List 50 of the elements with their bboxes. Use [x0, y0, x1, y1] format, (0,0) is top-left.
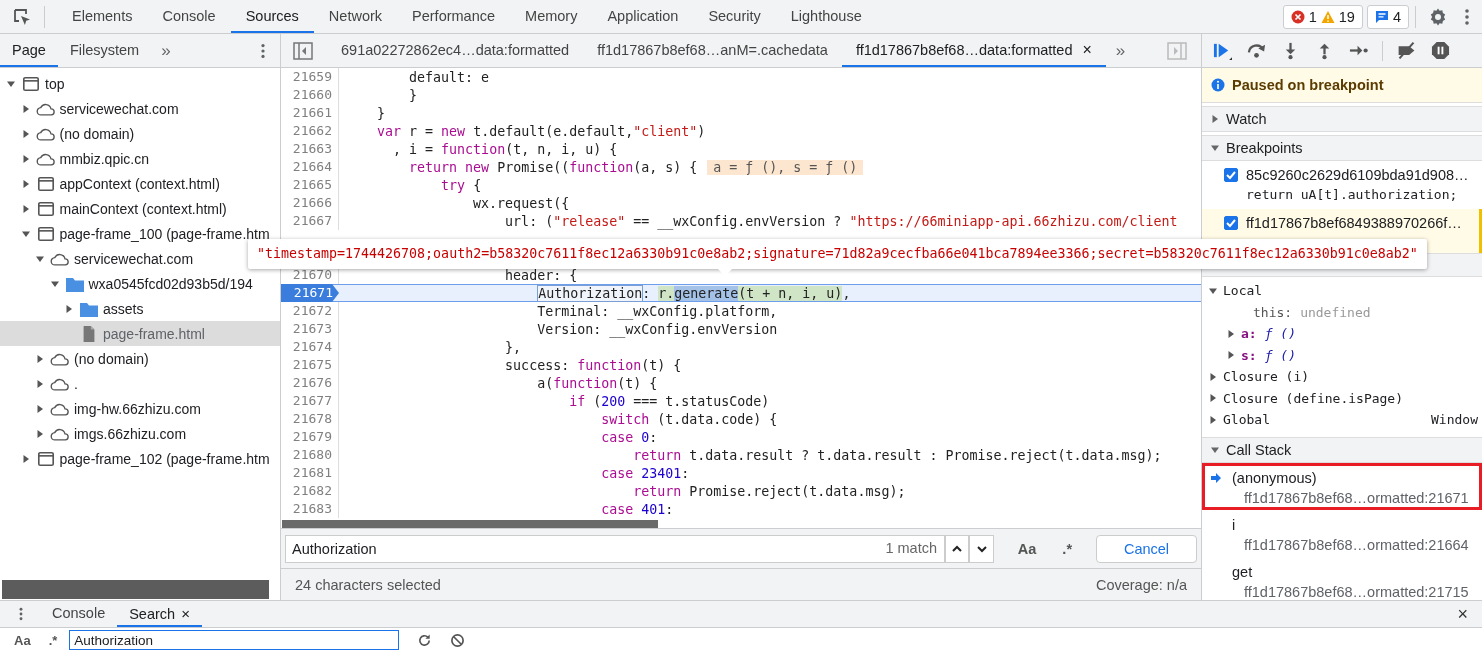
code-line: case 23401: — [600, 465, 690, 481]
coverage-status: Coverage: n/a — [1095, 576, 1187, 593]
frame-name: (anonymous) — [1232, 469, 1317, 486]
variable-value: undefined — [1300, 304, 1371, 320]
code-line: success: function(t) { — [504, 357, 682, 373]
code-line: Terminal: __wxConfig.platform, — [536, 303, 778, 319]
warning-count: 19 — [1338, 8, 1355, 25]
code-line: } — [408, 87, 418, 103]
scope-value: Window — [1431, 412, 1478, 428]
breakpoint-file: ff1d17867b8ef6849388970266f… — [1246, 215, 1462, 231]
section-title: Watch — [1226, 111, 1267, 127]
variable-value: ƒ () — [1264, 347, 1296, 363]
section-title: Breakpoints — [1226, 140, 1303, 156]
code-line: Version: __wxConfig.envVersion — [536, 321, 778, 337]
paused-message: Paused on breakpoint — [1232, 77, 1384, 93]
code-line: switch (t.data.code) { — [600, 411, 778, 427]
code-line: url: ("release" == __wxConfig.envVersion ? "https://66miniapp-api.66zhizu.com/client — [504, 213, 1178, 229]
code-line: if (200 === t.statusCode) — [568, 393, 770, 409]
code-line: a(function(t) { — [536, 375, 658, 391]
code-line: }, — [504, 339, 522, 355]
code-line: wx.request({ — [472, 195, 570, 211]
variable-name: s: — [1241, 347, 1257, 363]
code-line: try { — [440, 177, 482, 193]
variable-name: a: — [1241, 326, 1257, 342]
code-line: case 0: — [600, 429, 658, 445]
match-count: 1 match — [885, 539, 937, 556]
breakpoint-code: return uA[t].authorization; — [1245, 186, 1459, 204]
variable-value: ƒ () — [1264, 326, 1296, 342]
code-line: case 401: — [600, 501, 674, 517]
code-line: } — [376, 105, 386, 121]
section-title: Call Stack — [1226, 441, 1292, 458]
error-count: 1 — [1308, 8, 1317, 25]
code-line: var r = new t.default(e.default,"client") — [376, 123, 706, 139]
code-line: , i = function(t, n, i, u) { — [392, 141, 618, 157]
frame-name: get — [1232, 563, 1253, 580]
code-line: return Promise.reject(t.data.msg); — [632, 483, 906, 499]
breakpoint-file: 85c9260c2629d6109bda91d908… — [1246, 167, 1469, 183]
code-line: return t.data.result ? t.data.result : Promise.reject(t.data.msg); — [632, 447, 1162, 463]
frame-location: ff1d17867b8ef68…ormatted:21664 — [1243, 535, 1470, 555]
code-line: return new Promise((function(a, s) { — [408, 159, 698, 175]
frame-location: ff1d17867b8ef68…ormatted:21671 — [1243, 488, 1470, 508]
code-line: header: { — [504, 267, 578, 283]
code-line: Authorization: r.generate(t + n, i, u), — [537, 285, 851, 301]
inline-value: a = ƒ (), s = ƒ () — [707, 159, 864, 175]
frame-name: i — [1232, 516, 1236, 533]
variable-name: this: — [1253, 304, 1293, 320]
message-count: 4 — [1392, 8, 1401, 25]
code-line: default: e — [408, 69, 490, 85]
frame-location: ff1d17867b8ef68…ormatted:21715 — [1243, 582, 1470, 600]
selection-status: 24 characters selected — [295, 576, 441, 593]
